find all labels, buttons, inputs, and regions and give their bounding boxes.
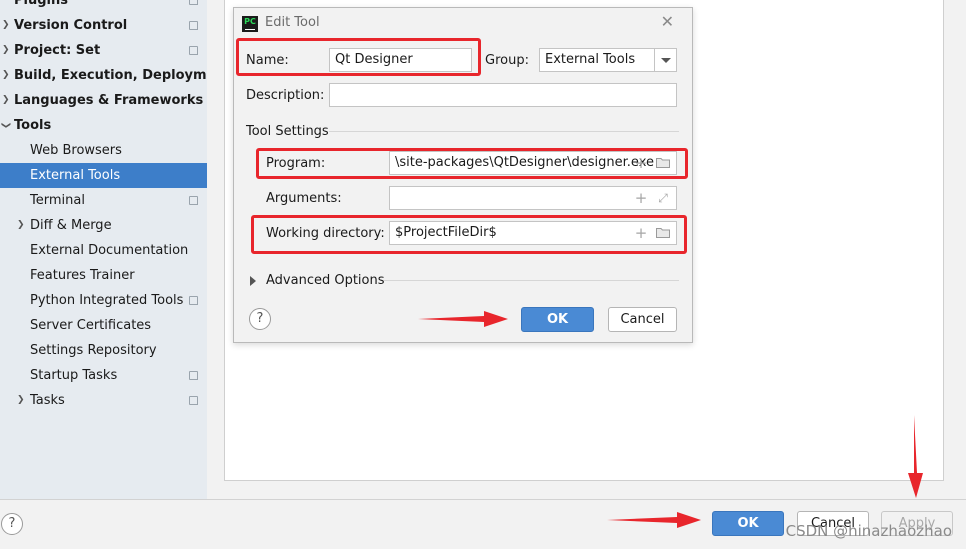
sidebar-item-tools[interactable]: ❯ Tools (0, 113, 207, 138)
sidebar-item-label: Python Integrated Tools (30, 293, 184, 308)
project-scope-icon (189, 371, 198, 380)
chevron-right-icon: ❯ (2, 70, 10, 80)
chevron-right-icon: ❯ (17, 220, 25, 230)
project-scope-icon (189, 196, 198, 205)
chevron-right-icon: ❯ (2, 45, 10, 55)
sidebar-item-external-documentation[interactable]: External Documentation (0, 238, 207, 263)
sidebar-item-label: Version Control (14, 18, 128, 33)
group-combobox-value: External Tools (545, 52, 636, 67)
sidebar-item-label: Web Browsers (30, 143, 122, 158)
sidebar-item-label: Startup Tasks (30, 368, 118, 383)
arguments-label: Arguments: (266, 191, 342, 206)
watermark-text: CSDN @hinazhaozhao (785, 522, 952, 540)
annotation-arrow-settings-ok (607, 512, 701, 528)
sidebar-item-startup-tasks[interactable]: Startup Tasks (0, 363, 207, 388)
group-label: Group: (485, 53, 529, 68)
sidebar-item-terminal[interactable]: Terminal (0, 188, 207, 213)
expand-triangle-icon (250, 276, 256, 286)
section-divider (384, 280, 679, 281)
close-icon[interactable]: ✕ (661, 13, 674, 31)
sidebar-item-web-browsers[interactable]: Web Browsers (0, 138, 207, 163)
sidebar-item-python-integrated-tools[interactable]: Python Integrated Tools (0, 288, 207, 313)
sidebar-item-features-trainer[interactable]: Features Trainer (0, 263, 207, 288)
sidebar-item-label: Terminal (30, 193, 85, 208)
group-combobox[interactable]: External Tools (539, 48, 677, 72)
chevron-right-icon: ❯ (2, 20, 10, 30)
project-scope-icon (189, 396, 198, 405)
sidebar-item-label: External Documentation (30, 243, 189, 258)
dialog-ok-button[interactable]: OK (521, 307, 594, 332)
dropdown-arrow-icon[interactable] (654, 49, 676, 71)
annotation-highlight-working-directory (251, 215, 687, 254)
sidebar-item-build[interactable]: ❯ Build, Execution, Deployment (0, 63, 207, 88)
sidebar-item-label: External Tools (30, 168, 121, 183)
help-icon[interactable]: ? (249, 308, 271, 330)
annotation-arrow-apply (908, 415, 923, 498)
dialog-cancel-button[interactable]: Cancel (608, 307, 677, 332)
sidebar-item-label: Plugins (14, 0, 68, 8)
dialog-title: Edit Tool (265, 15, 320, 30)
arguments-input[interactable]: + ⤢ (389, 186, 677, 210)
advanced-options-label: Advanced Options (266, 273, 385, 288)
section-divider (329, 131, 679, 132)
project-scope-icon (189, 21, 198, 30)
sidebar-item-label: Languages & Frameworks (14, 93, 204, 108)
chevron-right-icon: ❯ (17, 395, 25, 405)
pycharm-app-icon: PC (242, 16, 258, 32)
project-scope-icon (189, 46, 198, 55)
sidebar-item-label: Tasks (30, 393, 65, 408)
description-input[interactable] (329, 83, 677, 107)
sidebar-item-plugins[interactable]: Plugins (0, 0, 207, 13)
help-icon[interactable]: ? (1, 513, 23, 535)
sidebar-item-version-control[interactable]: ❯ Version Control (0, 13, 207, 38)
sidebar-item-label: Diff & Merge (30, 218, 112, 233)
project-scope-icon (189, 0, 198, 5)
insert-macro-icon[interactable]: + (634, 187, 648, 209)
sidebar-item-label: Server Certificates (30, 318, 152, 333)
sidebar-item-project[interactable]: ❯ Project: Set (0, 38, 207, 63)
sidebar-item-label: Tools (14, 118, 52, 133)
project-scope-icon (189, 296, 198, 305)
sidebar-item-settings-repository[interactable]: Settings Repository (0, 338, 207, 363)
advanced-options-toggle[interactable]: Advanced Options (250, 272, 385, 290)
sidebar-item-diff-merge[interactable]: ❯ Diff & Merge (0, 213, 207, 238)
annotation-highlight-program (256, 148, 688, 179)
sidebar-item-label: Build, Execution, Deployment (14, 68, 207, 83)
sidebar-item-label: Project: Set (14, 43, 101, 58)
sidebar-item-server-certificates[interactable]: Server Certificates (0, 313, 207, 338)
chevron-right-icon: ❯ (2, 95, 10, 105)
sidebar-item-external-tools[interactable]: External Tools (0, 163, 207, 188)
settings-ok-button[interactable]: OK (712, 511, 784, 536)
description-label: Description: (246, 88, 325, 103)
sidebar-item-languages[interactable]: ❯ Languages & Frameworks (0, 88, 207, 113)
tool-settings-heading: Tool Settings (246, 124, 329, 139)
edit-tool-dialog: PC Edit Tool ✕ Name: Qt Designer Group: … (233, 7, 693, 343)
sidebar-item-tasks[interactable]: ❯ Tasks (0, 388, 207, 413)
sidebar-item-label: Settings Repository (30, 343, 157, 358)
sidebar-item-label: Features Trainer (30, 268, 135, 283)
expand-icon[interactable]: ⤢ (656, 187, 670, 209)
annotation-highlight-name (236, 38, 481, 76)
settings-sidebar: Plugins ❯ Version Control ❯ Project: Set… (0, 0, 207, 499)
annotation-arrow-dialog-ok (418, 311, 508, 327)
